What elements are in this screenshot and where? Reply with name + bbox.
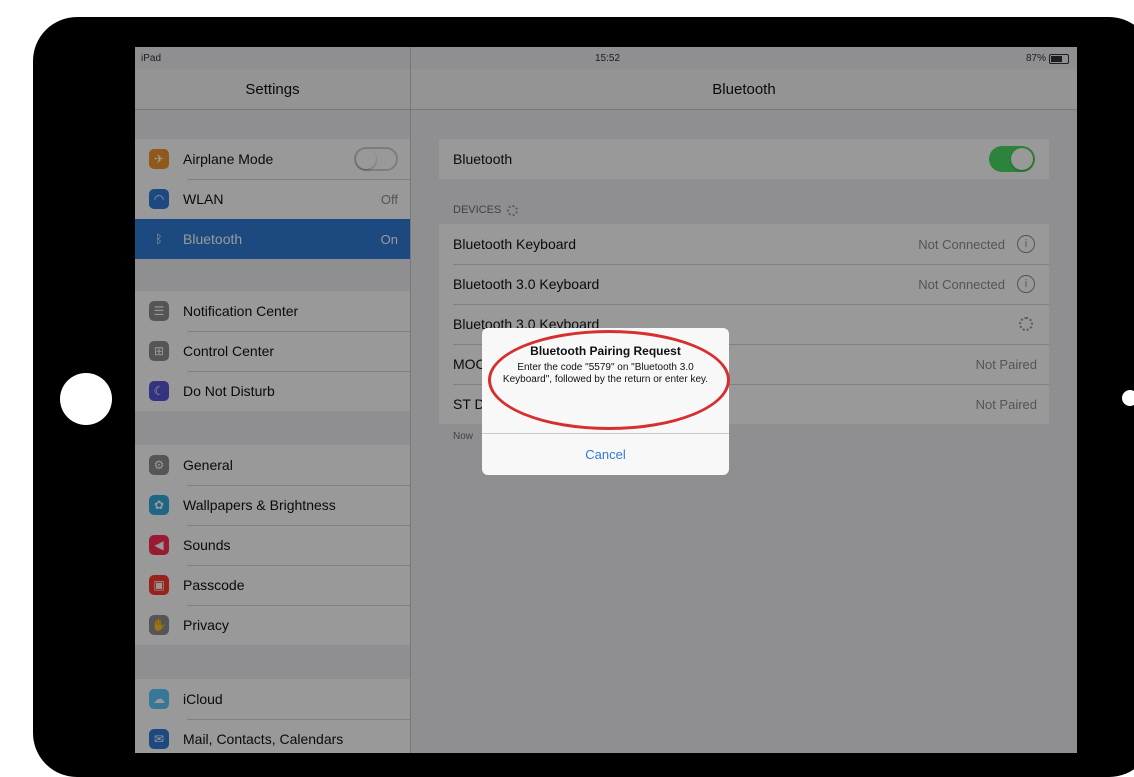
highlight-annotation <box>488 330 730 430</box>
cancel-button[interactable]: Cancel <box>482 434 729 475</box>
home-button[interactable] <box>60 373 112 425</box>
camera-icon <box>1122 390 1134 406</box>
